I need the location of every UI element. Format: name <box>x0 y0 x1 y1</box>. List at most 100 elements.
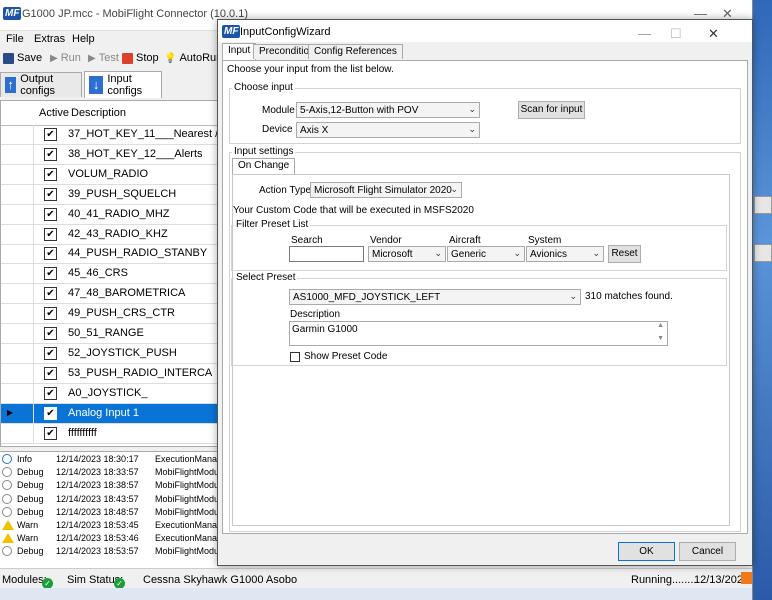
warning-icon[interactable] <box>741 572 752 584</box>
table-row[interactable]: ✔ 42_43_RADIO_KHZ <box>1 224 219 245</box>
row-indicator[interactable] <box>1 144 34 164</box>
table-row[interactable]: ✔ 44_PUSH_RADIO_STANBY <box>1 244 219 265</box>
active-checkbox[interactable]: ✔ <box>44 287 57 301</box>
active-checkbox[interactable]: ✔ <box>44 406 57 420</box>
table-row[interactable]: ✔ 37_HOT_KEY_11___Nearest / Back <box>1 125 219 145</box>
table-row[interactable]: ✔ A0_JOYSTICK_ <box>1 383 219 404</box>
row-indicator[interactable] <box>1 164 34 184</box>
menu-extras[interactable]: Extras <box>34 33 65 45</box>
row-indicator[interactable] <box>1 125 34 144</box>
log-row[interactable]: Debug 12/14/2023 18:53:57 MobiFlightModule <box>0 546 226 559</box>
tab-config-references[interactable]: Config References <box>308 44 403 59</box>
active-checkbox[interactable]: ✔ <box>44 147 57 161</box>
cancel-button[interactable]: Cancel <box>679 542 736 561</box>
maximize-icon[interactable]: ☐ <box>670 26 682 42</box>
tab-on-change[interactable]: On Change <box>232 158 296 174</box>
row-indicator[interactable] <box>1 264 34 284</box>
tab-input-configs[interactable]: ↓ Input configs <box>84 71 162 98</box>
table-row[interactable]: ✔ 52_JOYSTICK_PUSH <box>1 343 219 364</box>
active-checkbox[interactable]: ✔ <box>44 366 57 380</box>
row-indicator[interactable] <box>1 184 34 204</box>
log-level: Debug <box>17 480 44 491</box>
table-row[interactable]: ✔ 50_51_RANGE <box>1 324 219 344</box>
row-indicator[interactable] <box>1 284 34 304</box>
active-checkbox[interactable]: ✔ <box>44 187 57 201</box>
table-row[interactable]: ▶ ✔ Analog Input 1 <box>1 403 219 424</box>
tab-input[interactable]: Input <box>222 43 257 60</box>
show-preset-code-checkbox[interactable] <box>290 352 300 362</box>
log-time: 12/14/2023 18:53:57 <box>56 546 139 557</box>
active-checkbox[interactable]: ✔ <box>44 267 57 281</box>
desktop-icon[interactable] <box>754 244 772 262</box>
ok-button[interactable]: OK <box>618 542 675 561</box>
scroll-down-icon[interactable]: ▼ <box>657 335 664 342</box>
table-row[interactable]: ✔ 53_PUSH_RADIO_INTERCA <box>1 363 219 384</box>
stop-button[interactable]: Stop <box>122 52 159 64</box>
system-select[interactable]: Avionics ⌄ <box>526 246 604 262</box>
active-checkbox[interactable]: ✔ <box>44 207 57 221</box>
table-row[interactable]: ✔ 49_PUSH_CRS_CTR <box>1 304 219 325</box>
row-indicator[interactable] <box>1 304 34 324</box>
reset-button[interactable]: Reset <box>608 245 641 263</box>
row-indicator[interactable] <box>1 324 34 343</box>
table-row[interactable]: ✔ 45_46_CRS <box>1 264 219 285</box>
action-type-select[interactable]: Microsoft Flight Simulator 2020 ⌄ <box>310 182 462 198</box>
preset-select[interactable]: AS1000_MFD_JOYSTICK_LEFT ⌄ <box>289 289 581 305</box>
active-checkbox[interactable]: ✔ <box>44 128 57 141</box>
active-checkbox[interactable]: ✔ <box>44 247 57 261</box>
row-indicator[interactable] <box>1 224 34 244</box>
vendor-select[interactable]: Microsoft ⌄ <box>368 246 446 262</box>
close-icon[interactable]: ✕ <box>708 26 719 42</box>
scan-for-input-button[interactable]: Scan for input <box>518 101 585 119</box>
aircraft-select[interactable]: Generic ⌄ <box>447 246 525 262</box>
row-indicator[interactable]: ▶ <box>1 403 34 423</box>
module-select[interactable]: 5-Axis,12-Button with POV ⌄ <box>296 102 480 118</box>
play-icon: ▶ <box>50 52 58 64</box>
save-button[interactable]: Save <box>3 52 42 64</box>
log-row[interactable]: Debug 12/14/2023 18:43:57 MobiFlightModule <box>0 493 226 507</box>
row-indicator[interactable] <box>1 383 34 403</box>
scroll-up-icon[interactable]: ▲ <box>657 322 664 329</box>
row-indicator[interactable] <box>1 244 34 264</box>
test-button[interactable]: ▶ Test <box>88 52 119 64</box>
log-row[interactable]: Debug 12/14/2023 18:48:57 MobiFlightModule <box>0 506 226 520</box>
active-checkbox[interactable]: ✔ <box>44 307 57 321</box>
table-row[interactable]: ✔ 38_HOT_KEY_12___Alerts <box>1 144 219 165</box>
table-row[interactable]: ✔ 40_41_RADIO_MHZ <box>1 204 219 225</box>
warning-icon <box>2 520 14 530</box>
preset-description-textbox[interactable]: Garmin G1000 ▲ ▼ <box>289 321 668 346</box>
active-checkbox[interactable]: ✔ <box>44 327 57 340</box>
minimize-icon[interactable]: — <box>638 26 651 41</box>
table-row[interactable]: ✔ ffffffffff <box>1 423 219 444</box>
column-description[interactable]: Description <box>71 107 126 119</box>
desktop-icon[interactable] <box>754 196 772 214</box>
active-checkbox[interactable]: ✔ <box>44 167 57 181</box>
active-checkbox[interactable]: ✔ <box>44 386 57 400</box>
log-row[interactable]: Debug 12/14/2023 18:38:57 MobiFlightModule <box>0 480 226 493</box>
aircraft-name[interactable]: Cessna Skyhawk G1000 Asobo <box>143 574 297 586</box>
active-checkbox[interactable]: ✔ <box>44 346 57 360</box>
active-checkbox[interactable]: ✔ <box>44 227 57 241</box>
module-label: Module <box>262 105 295 116</box>
run-button[interactable]: ▶ Run <box>50 52 81 64</box>
tab-output-configs[interactable]: ↑ Output configs <box>0 72 82 97</box>
choose-input-legend: Choose input <box>232 82 295 93</box>
search-input[interactable] <box>289 246 364 262</box>
row-indicator[interactable] <box>1 363 34 383</box>
log-row[interactable]: Warn 12/14/2023 18:53:46 ExecutionManage <box>0 533 227 546</box>
log-row[interactable]: Info 12/14/2023 18:30:17 ExecutionManage <box>0 454 227 467</box>
row-indicator[interactable] <box>1 204 34 224</box>
table-row[interactable]: ✔ 39_PUSH_SQUELCH <box>1 184 219 205</box>
row-indicator[interactable] <box>1 423 34 443</box>
column-active[interactable]: Active <box>39 107 69 119</box>
row-indicator[interactable] <box>1 343 34 363</box>
log-row[interactable]: Debug 12/14/2023 18:33:57 MobiFlightModule <box>0 467 226 480</box>
autorun-button[interactable]: 💡 AutoRun <box>164 52 222 64</box>
menu-help[interactable]: Help <box>72 33 95 45</box>
table-row[interactable]: ✔ VOLUM_RADIO <box>1 164 219 185</box>
table-row[interactable]: ✔ 47_48_BAROMETRICA <box>1 284 219 305</box>
active-checkbox[interactable]: ✔ <box>44 426 57 440</box>
menu-file[interactable]: File <box>6 33 24 45</box>
log-row[interactable]: Warn 12/14/2023 18:53:45 ExecutionManage <box>0 520 227 533</box>
device-select[interactable]: Axis X ⌄ <box>296 122 480 138</box>
